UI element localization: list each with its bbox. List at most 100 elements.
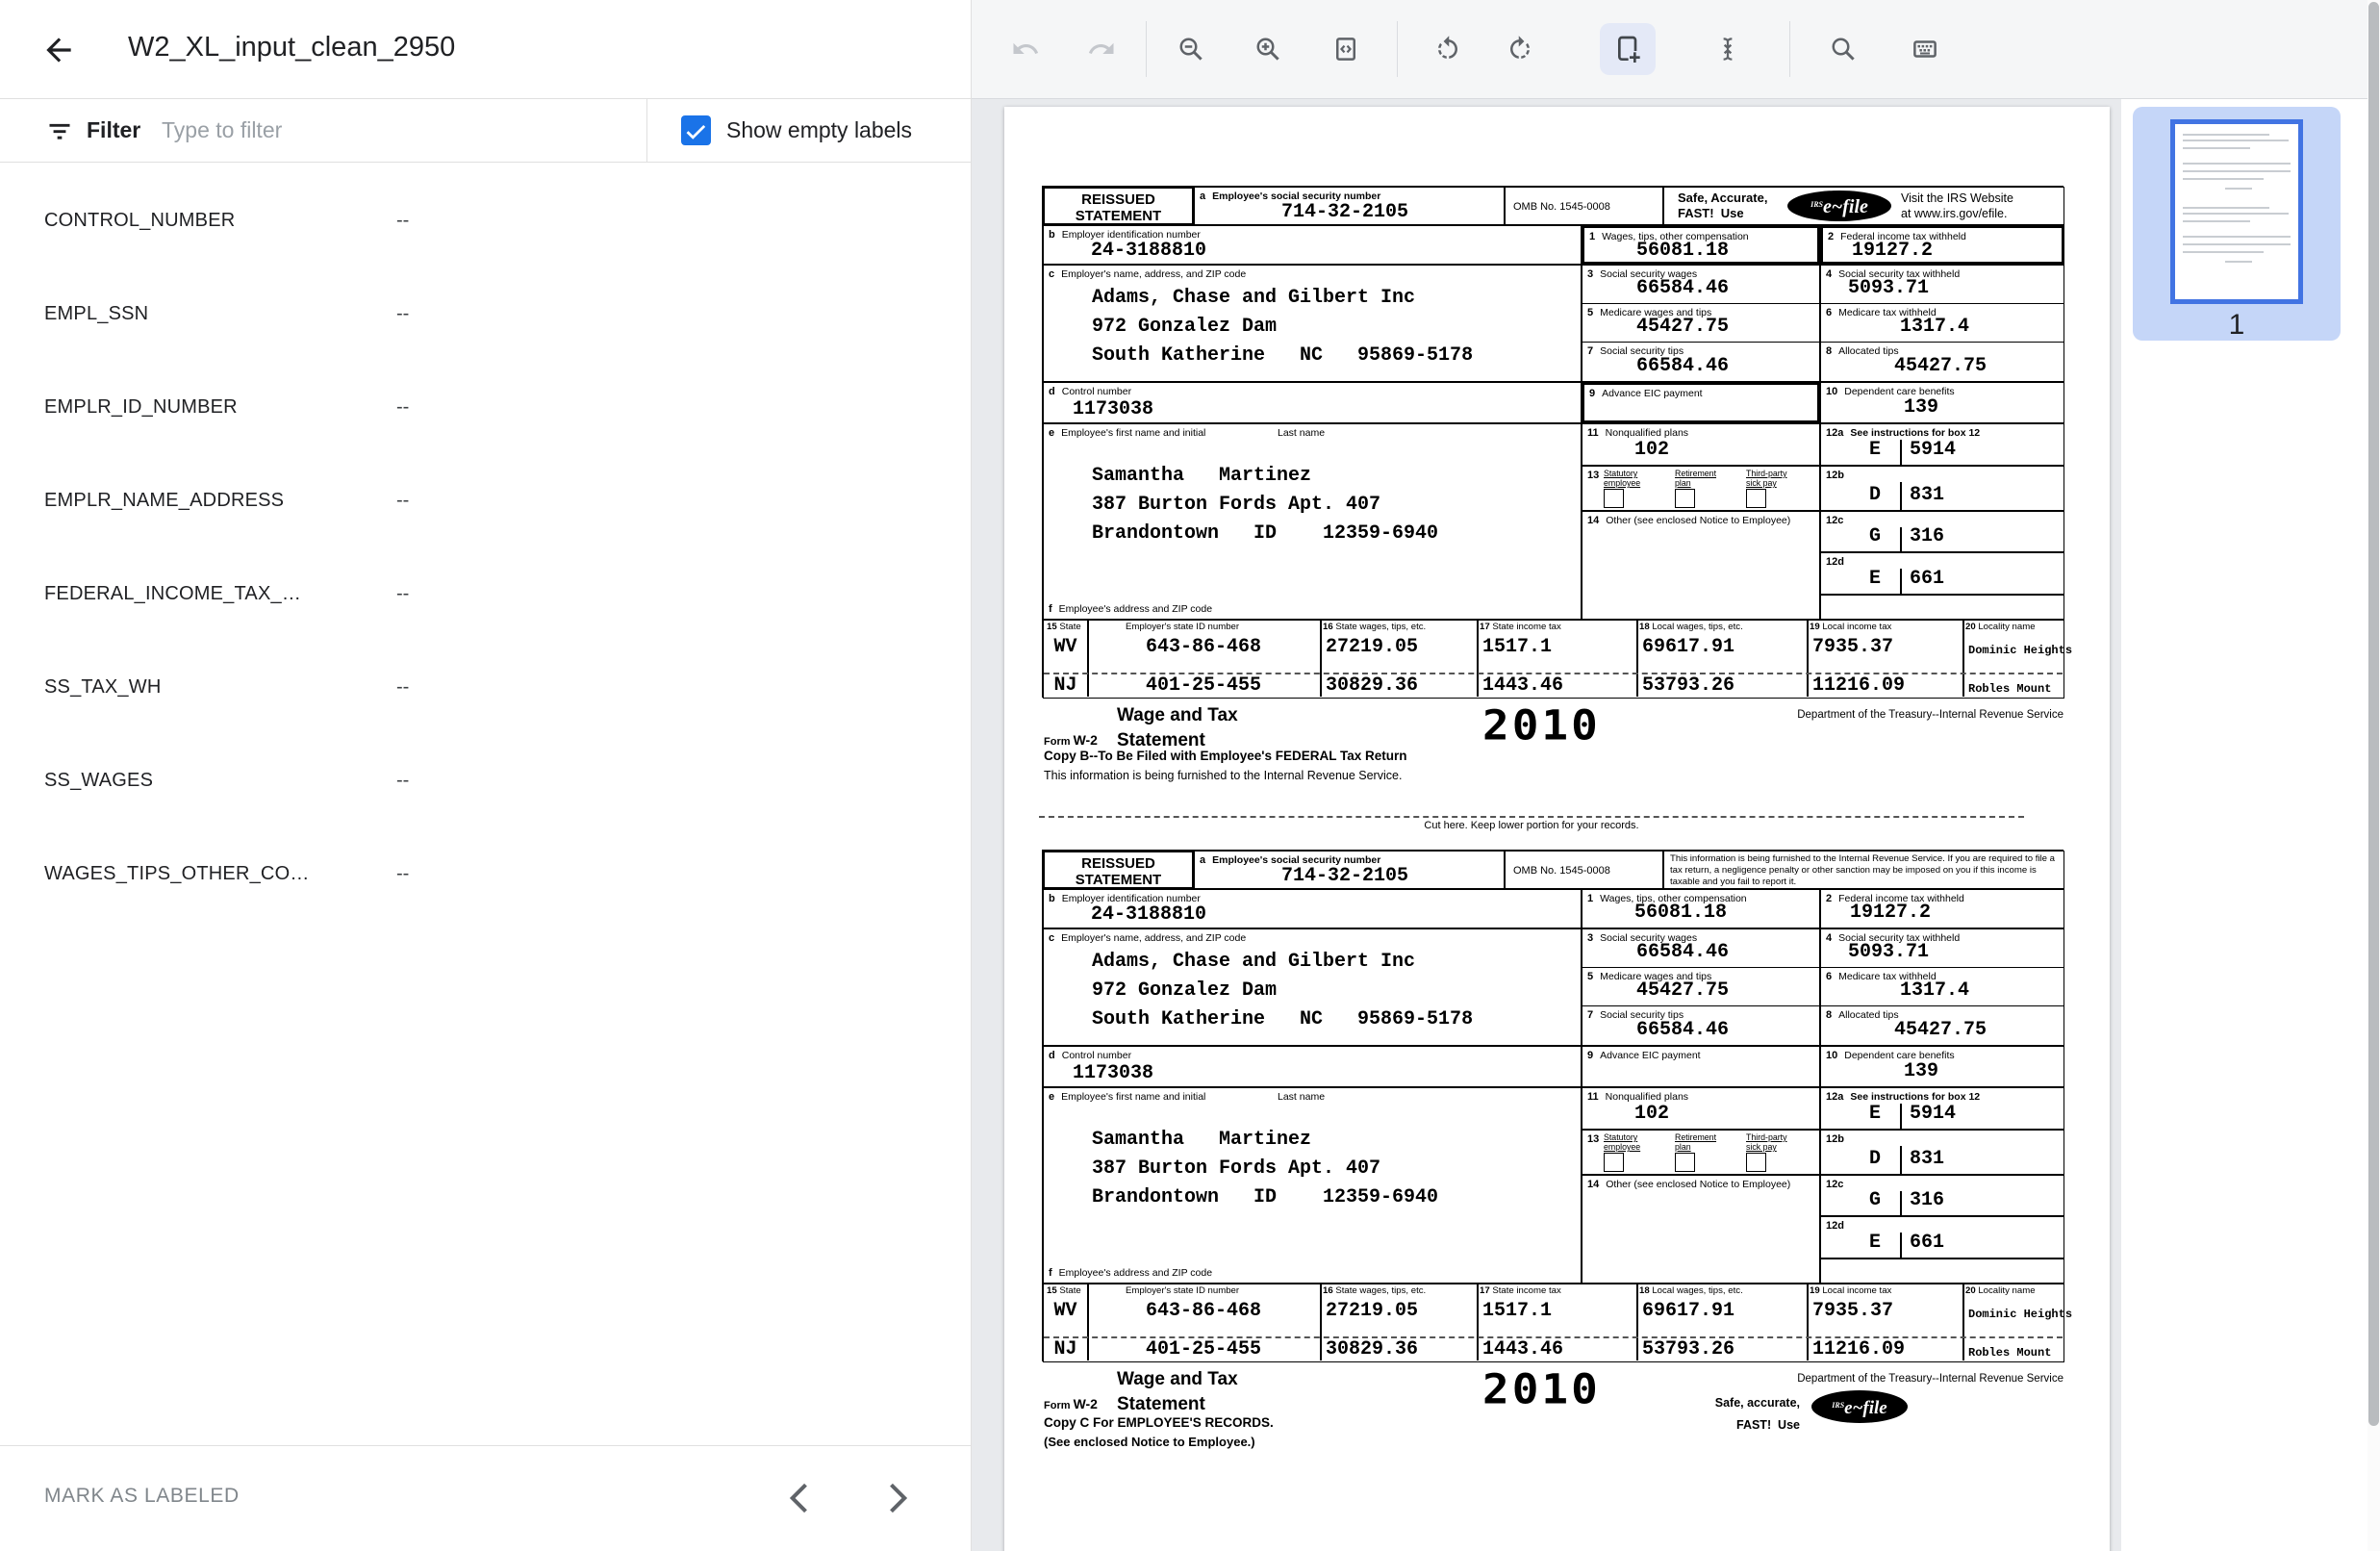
w2-box-12a-label: 12aSee instructions for box 12: [1826, 427, 1980, 439]
w2-box-b-value: 24-3188810: [1091, 240, 1206, 262]
w2-box-6: 6Medicare tax withheld1317.4: [1820, 967, 2064, 1006]
w2-box-11: 11Nonqualified plans102: [1582, 1087, 1820, 1130]
w2-reissued-box: REISSUEDSTATEMENT: [1043, 851, 1194, 889]
search-button[interactable]: [1822, 28, 1864, 70]
document-viewer: REISSUEDSTATEMENTaEmployee's social secu…: [972, 99, 2121, 1551]
label-row-control-number[interactable]: CONTROL_NUMBER --: [0, 210, 971, 267]
label-name: EMPLR_ID_NUMBER: [44, 396, 238, 419]
w2-box-12d-code: E: [1869, 568, 1881, 590]
w2-box-10-value: 139: [1904, 1060, 1938, 1082]
w2-state-value: 7935.37: [1812, 636, 1893, 658]
label-value: --: [396, 676, 409, 699]
keyboard-shortcuts-button[interactable]: [1904, 28, 1946, 70]
w2-box-4-value: 5093.71: [1848, 941, 1929, 963]
filter-input[interactable]: [162, 111, 566, 149]
zoom-in-button[interactable]: [1247, 28, 1289, 70]
w2-state-value: WV: [1044, 1300, 1087, 1322]
w2-box-12-blank: [1820, 595, 2064, 620]
w2-box-12-blank: [1820, 1259, 2064, 1284]
add-bounding-box-button[interactable]: [1600, 23, 1656, 75]
w2-employee-line: Brandontown ID 12359-6940: [1092, 522, 1438, 545]
w2-box-e-label2: Last name: [1278, 427, 1325, 439]
label-row-emplr-id-number[interactable]: EMPLR_ID_NUMBER --: [0, 396, 971, 454]
w2-box-12c-divider: [1900, 527, 1902, 552]
w2-state-value: 401-25-455: [1087, 674, 1320, 697]
w2-state-header: 17 State income tax: [1480, 1285, 1561, 1296]
w2-state-header: 20 Locality name: [1965, 622, 2036, 632]
label-row-emplr-name-address[interactable]: EMPLR_NAME_ADDRESS --: [0, 490, 971, 547]
undo-button[interactable]: [1004, 28, 1047, 70]
w2-state-value: 30829.36: [1326, 674, 1418, 697]
previous-page-icon[interactable]: [779, 1477, 822, 1519]
rotate-counterclockwise-button[interactable]: [1427, 28, 1469, 70]
w2-state-value: 53793.26: [1642, 1338, 1734, 1360]
w2-box-2-value: 19127.2: [1852, 240, 1933, 262]
label-row-ss-wages[interactable]: SS_WAGES --: [0, 770, 971, 827]
w2-employee-line: Samantha Martinez: [1092, 465, 1311, 487]
w2-box-5: 5Medicare wages and tips45427.75: [1582, 967, 1820, 1006]
w2-dept-text: Department of the Treasury--Internal Rev…: [1717, 709, 2064, 721]
w2-state-table: 15 StateEmployer's state ID number16 Sta…: [1043, 1284, 2064, 1362]
w2-state-col-border: [1477, 621, 1479, 697]
w2-box-13-cb-label: Retirement plan: [1675, 1132, 1716, 1152]
w2-box-12d-value: 661: [1910, 1232, 1944, 1254]
w2-state-col-border: [1636, 621, 1638, 697]
w2-box-c: cEmployer's name, address, and ZIP codeA…: [1043, 265, 1582, 382]
w2-state-col-border: [1477, 1284, 1479, 1360]
thumbnail-page-number: 1: [2133, 309, 2341, 342]
w2-box-3-value: 66584.46: [1636, 941, 1729, 963]
w2-box-4: 4Social security tax withheld5093.71: [1820, 265, 2064, 304]
label-row-wages-tips-other[interactable]: WAGES_TIPS_OTHER_CO… --: [0, 863, 971, 921]
w2-box-a-value: 714-32-2105: [1281, 201, 1408, 223]
w2-box-5: 5Medicare wages and tips45427.75: [1582, 303, 1820, 343]
thumbnail-content-line: [2183, 243, 2291, 245]
w2-box-12d-divider: [1900, 569, 1902, 595]
w2-box-d-value: 1173038: [1073, 1062, 1153, 1084]
w2-box-12c-code: G: [1869, 525, 1881, 547]
w2-copy-line2: This information is being furnished to t…: [1044, 769, 1402, 782]
w2-box-d-label: dControl number: [1049, 386, 1131, 397]
w2-state-header: 16 State wages, tips, etc.: [1323, 1285, 1426, 1296]
w2-state-value: 643-86-468: [1087, 1300, 1320, 1322]
label-name: SS_TAX_WH: [44, 676, 161, 699]
w2-year: 2010: [1482, 1365, 1601, 1413]
w2-box-13-cb-label: Third-party sick pay: [1746, 1132, 1787, 1152]
fit-to-width-button[interactable]: [1325, 28, 1367, 70]
w2-box-5-value: 45427.75: [1636, 316, 1729, 338]
next-page-icon[interactable]: [875, 1477, 918, 1519]
w2-employer-line: 972 Gonzalez Dam: [1092, 979, 1277, 1002]
w2-box-9-label: 9Advance EIC payment: [1589, 388, 1703, 399]
scrollbar-thumb[interactable]: [2368, 2, 2379, 1426]
w2-box-3: 3Social security wages66584.46: [1582, 928, 1820, 968]
rotate-clockwise-button[interactable]: [1499, 28, 1541, 70]
w2-title-line1: Wage and Tax: [1117, 705, 1238, 726]
select-text-button[interactable]: [1707, 28, 1749, 70]
w2-copy-line1: Copy B--To Be Filed with Employee's FEDE…: [1044, 749, 1407, 763]
efile-logo: IRSe~file: [1811, 1390, 1908, 1423]
w2-employee-line: 387 Burton Fords Apt. 407: [1092, 1157, 1380, 1180]
w2-box-12d-code: E: [1869, 1232, 1881, 1254]
show-empty-labels-checkbox[interactable]: [681, 115, 711, 145]
w2-state-value: 1517.1: [1482, 1300, 1552, 1322]
document-page-canvas[interactable]: REISSUEDSTATEMENTaEmployee's social secu…: [1004, 107, 2110, 1551]
page-thumbnail[interactable]: 1: [2133, 107, 2341, 341]
zoom-out-button[interactable]: [1170, 28, 1212, 70]
w2-box-12c-value: 316: [1910, 525, 1944, 547]
w2-box-d-value: 1173038: [1073, 398, 1153, 420]
w2-box-13-cb-label: Third-party sick pay: [1746, 469, 1787, 488]
w2-box-b: bEmployer identification number24-318881…: [1043, 889, 1582, 928]
w2-dept-text: Department of the Treasury--Internal Rev…: [1717, 1373, 2064, 1385]
redo-button[interactable]: [1080, 28, 1123, 70]
w2-state-header: Employer's state ID number: [1126, 622, 1239, 632]
back-icon[interactable]: [40, 32, 77, 68]
label-row-ss-tax-wh[interactable]: SS_TAX_WH --: [0, 676, 971, 734]
label-name: CONTROL_NUMBER: [44, 210, 235, 232]
mark-as-labeled-button[interactable]: MARK AS LABELED: [44, 1485, 240, 1508]
w2-state-value: Dominic Heights: [1968, 1308, 2072, 1321]
divider: [1397, 21, 1398, 77]
w2-box-b: bEmployer identification number24-318881…: [1043, 225, 1582, 265]
w2-box-e-label2: Last name: [1278, 1091, 1325, 1103]
label-row-empl-ssn[interactable]: EMPL_SSN --: [0, 303, 971, 361]
label-row-federal-income-tax[interactable]: FEDERAL_INCOME_TAX_… --: [0, 583, 971, 641]
thumbnail-content-line: [2183, 134, 2269, 136]
